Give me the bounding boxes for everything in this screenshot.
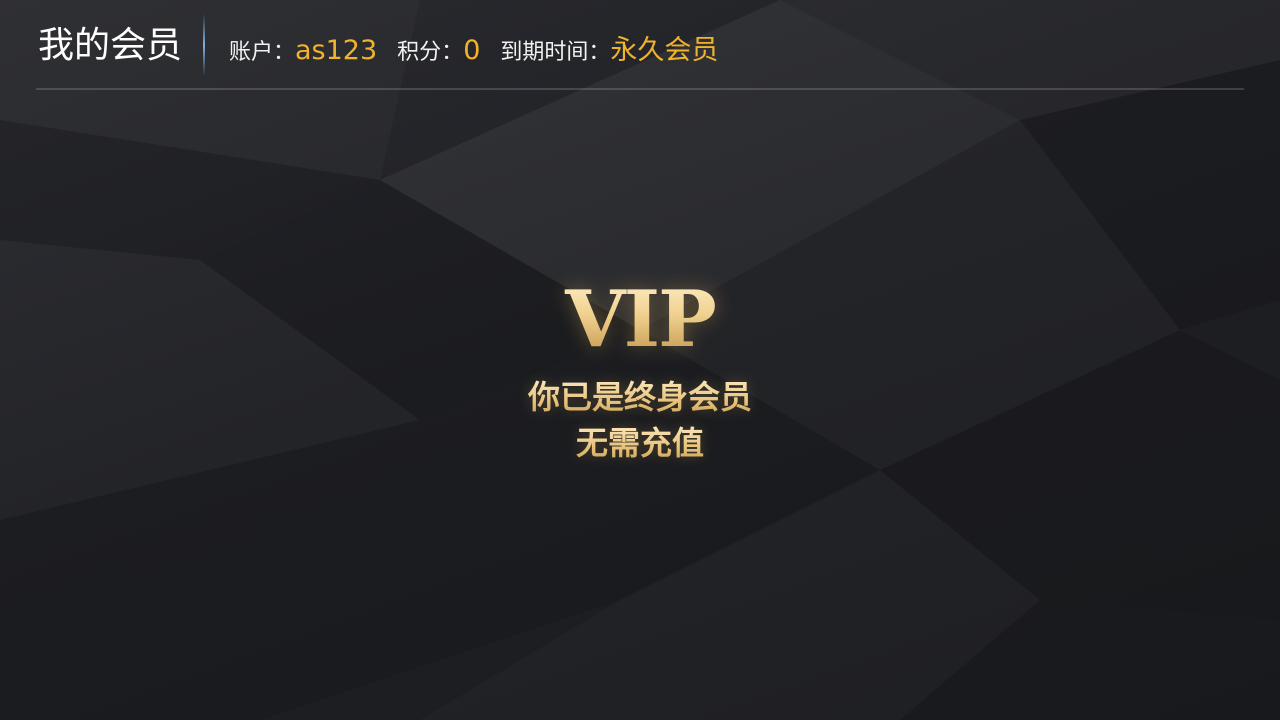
page-title: 我的会员: [38, 25, 183, 66]
header-bar: 我的会员 账户： as123 积分： 0 到期时间： 永久会员: [36, 0, 1244, 90]
title-divider: [203, 14, 205, 76]
points-value: 0: [463, 35, 481, 66]
points-label: 积分：: [397, 40, 464, 65]
vip-status-line: 你已是终身会员: [440, 374, 840, 420]
account-info-row: 账户： as123 积分： 0 到期时间： 永久会员: [229, 28, 719, 66]
vip-logo: VIP: [440, 272, 840, 368]
vip-no-recharge-line: 无需充值: [440, 420, 840, 466]
expiry-value: 永久会员: [610, 35, 719, 66]
expiry-label: 到期时间：: [500, 40, 611, 65]
vip-membership-screen: 我的会员 账户： as123 积分： 0 到期时间： 永久会员 VIP 你已是终…: [0, 0, 1280, 720]
account-label: 账户：: [229, 40, 296, 65]
account-value: as123: [295, 35, 378, 66]
vip-status-block: VIP 你已是终身会员 无需充值: [440, 272, 840, 466]
